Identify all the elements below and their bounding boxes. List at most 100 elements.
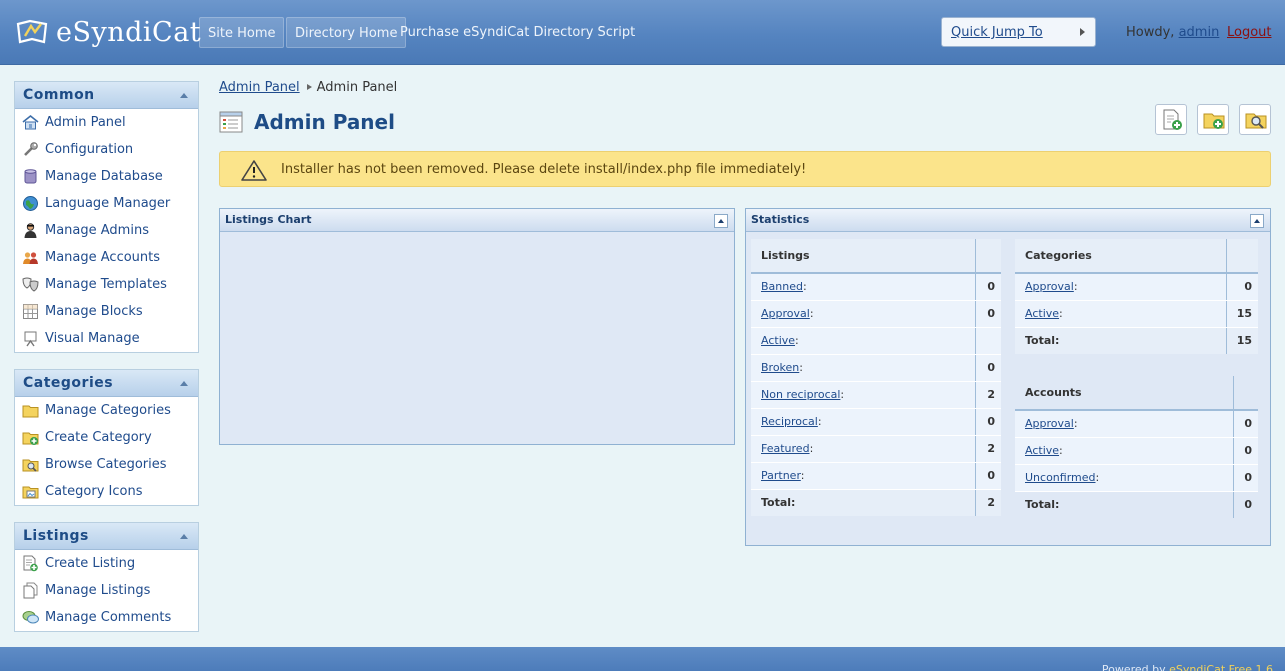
stat-value: 0 xyxy=(1225,273,1258,301)
collapse-icon[interactable] xyxy=(1250,214,1264,228)
sidebar-item-manage-accounts[interactable]: Manage Accounts xyxy=(15,244,198,271)
easel-icon xyxy=(24,331,37,347)
stat-value: 0 xyxy=(974,408,1001,436)
sidebar-item-manage-blocks[interactable]: Manage Blocks xyxy=(15,298,198,325)
sidebar-item-admin-panel[interactable]: Admin Panel xyxy=(15,109,198,136)
table-row: Approval: 0 xyxy=(1015,410,1258,438)
folder-add-icon xyxy=(1203,113,1225,129)
sidebar-item-browse-categories[interactable]: Browse Categories xyxy=(15,451,198,478)
logo[interactable]: eSyndiCat xyxy=(16,14,201,50)
statistics-title: Statistics xyxy=(751,213,810,226)
sidebar-item-visual-manage[interactable]: Visual Manage xyxy=(15,325,198,352)
stat-link[interactable]: Approval xyxy=(1025,417,1074,430)
categories-stats-header: Categories xyxy=(1015,239,1227,274)
grid-icon xyxy=(23,304,38,319)
listings-chart-panel: Listings Chart xyxy=(219,208,735,445)
total-label: Total: xyxy=(1015,490,1233,518)
sidebar-item-manage-listings[interactable]: Manage Listings xyxy=(15,577,198,604)
table-row: Approval: 0 xyxy=(1015,273,1258,301)
stat-link[interactable]: Unconfirmed xyxy=(1025,471,1096,484)
sidebar-listings-header[interactable]: Listings xyxy=(15,523,198,550)
total-row: Total: 2 xyxy=(751,488,1001,516)
sidebar-item-manage-comments[interactable]: Manage Comments xyxy=(15,604,198,631)
table-row: Active: 15 xyxy=(1015,300,1258,328)
sidebar-item-manage-categories[interactable]: Manage Categories xyxy=(15,397,198,424)
sidebar-item-language-manager[interactable]: Language Manager xyxy=(15,190,198,217)
listings-stats-table: Listings Banned: 0 Approval: 0 Active: Bro… xyxy=(751,239,1001,516)
username-link[interactable]: admin xyxy=(1179,25,1220,40)
add-listing-button[interactable] xyxy=(1155,104,1187,135)
quick-jump-dropdown[interactable]: Quick Jump To xyxy=(941,17,1096,47)
site-home-button[interactable]: Site Home xyxy=(199,17,285,48)
listings-stats-header-value xyxy=(974,239,1001,274)
sidebar-item-manage-database[interactable]: Manage Database xyxy=(15,163,198,190)
listings-chart-title: Listings Chart xyxy=(225,213,312,226)
stat-link[interactable]: Active xyxy=(761,334,795,347)
breadcrumb-root-link[interactable]: Admin Panel xyxy=(219,80,300,95)
stat-value: 2 xyxy=(974,381,1001,409)
sidebar-item-create-category[interactable]: Create Category xyxy=(15,424,198,451)
categories-stats-table: Categories Approval: 0 Active: 15 Total: 15 xyxy=(1015,239,1258,354)
stat-link[interactable]: Non reciprocal xyxy=(761,388,840,401)
stat-link[interactable]: Approval xyxy=(761,307,810,320)
stat-link[interactable]: Featured xyxy=(761,442,810,455)
sidebar-categories: Categories Manage Categories Create Cate… xyxy=(14,369,199,506)
collapse-icon[interactable] xyxy=(180,534,188,539)
collapse-icon[interactable] xyxy=(714,214,728,228)
listings-chart-header: Listings Chart xyxy=(220,209,734,232)
masks-icon xyxy=(22,277,39,292)
sidebar-item-category-icons[interactable]: Category Icons xyxy=(15,478,198,505)
database-icon xyxy=(24,169,37,184)
sidebar-common: Common Admin Panel Configuration Manage … xyxy=(14,81,199,353)
comments-icon xyxy=(22,611,39,624)
purchase-link[interactable]: Purchase eSyndiCat Directory Script xyxy=(400,17,635,48)
total-value: 0 xyxy=(1232,490,1258,518)
stat-link[interactable]: Partner xyxy=(761,469,801,482)
warning-icon xyxy=(241,160,267,181)
stat-link[interactable]: Approval xyxy=(1025,280,1074,293)
table-row: Active: 0 xyxy=(1015,437,1258,465)
collapse-icon[interactable] xyxy=(180,381,188,386)
folder-add-icon xyxy=(22,432,39,445)
sidebar-categories-header[interactable]: Categories xyxy=(15,370,198,397)
howdy-text: Howdy, xyxy=(1126,25,1175,40)
table-row: Reciprocal: 0 xyxy=(751,408,1001,436)
collapse-icon[interactable] xyxy=(180,93,188,98)
stat-link[interactable]: Banned xyxy=(761,280,803,293)
footer: Powered by eSyndiCat Free 1.6 xyxy=(0,647,1285,671)
stat-value: 0 xyxy=(974,300,1001,328)
statistics-panel: Statistics Listings Banned: 0 Approval: 0 … xyxy=(745,208,1271,546)
table-row: Unconfirmed: 0 xyxy=(1015,464,1258,492)
page-title: Admin Panel xyxy=(254,110,395,134)
footer-text: Powered by eSyndiCat Free 1.6 xyxy=(1102,663,1273,671)
stat-link[interactable]: Active xyxy=(1025,444,1059,457)
stat-link[interactable]: Reciprocal xyxy=(761,415,818,428)
sidebar-item-manage-admins[interactable]: Manage Admins xyxy=(15,217,198,244)
breadcrumb-current: Admin Panel xyxy=(316,80,398,95)
browse-categories-button[interactable] xyxy=(1239,104,1271,135)
accounts-stats-header: Accounts xyxy=(1015,376,1233,411)
sidebar-item-manage-templates[interactable]: Manage Templates xyxy=(15,271,198,298)
folder-search-icon xyxy=(1245,113,1267,129)
logo-text: eSyndiCat xyxy=(56,16,202,48)
footer-powered-by: Powered by xyxy=(1101,663,1166,671)
sidebar-item-configuration[interactable]: Configuration xyxy=(15,136,198,163)
add-category-button[interactable] xyxy=(1197,104,1229,135)
sidebar-common-header[interactable]: Common xyxy=(15,82,198,109)
stat-value: 0 xyxy=(1232,437,1258,465)
sidebar-categories-title: Categories xyxy=(23,375,114,391)
stat-value: 2 xyxy=(974,435,1001,463)
stat-link[interactable]: Active xyxy=(1025,307,1059,320)
caret-right-icon xyxy=(1080,28,1085,36)
accounts-stats-header-value xyxy=(1232,376,1258,411)
sidebar-listings-title: Listings xyxy=(23,528,89,544)
stat-link[interactable]: Broken xyxy=(761,361,799,374)
control-panel-icon xyxy=(219,111,243,133)
logout-link[interactable]: Logout xyxy=(1227,25,1272,40)
directory-home-button[interactable]: Directory Home xyxy=(286,17,407,48)
sidebar-item-create-listing[interactable]: Create Listing xyxy=(15,550,198,577)
footer-brand-link[interactable]: eSyndiCat Free 1.6 xyxy=(1169,663,1273,671)
folder-image-icon xyxy=(22,486,39,499)
table-row: Featured: 2 xyxy=(751,435,1001,463)
logo-icon xyxy=(16,19,48,44)
